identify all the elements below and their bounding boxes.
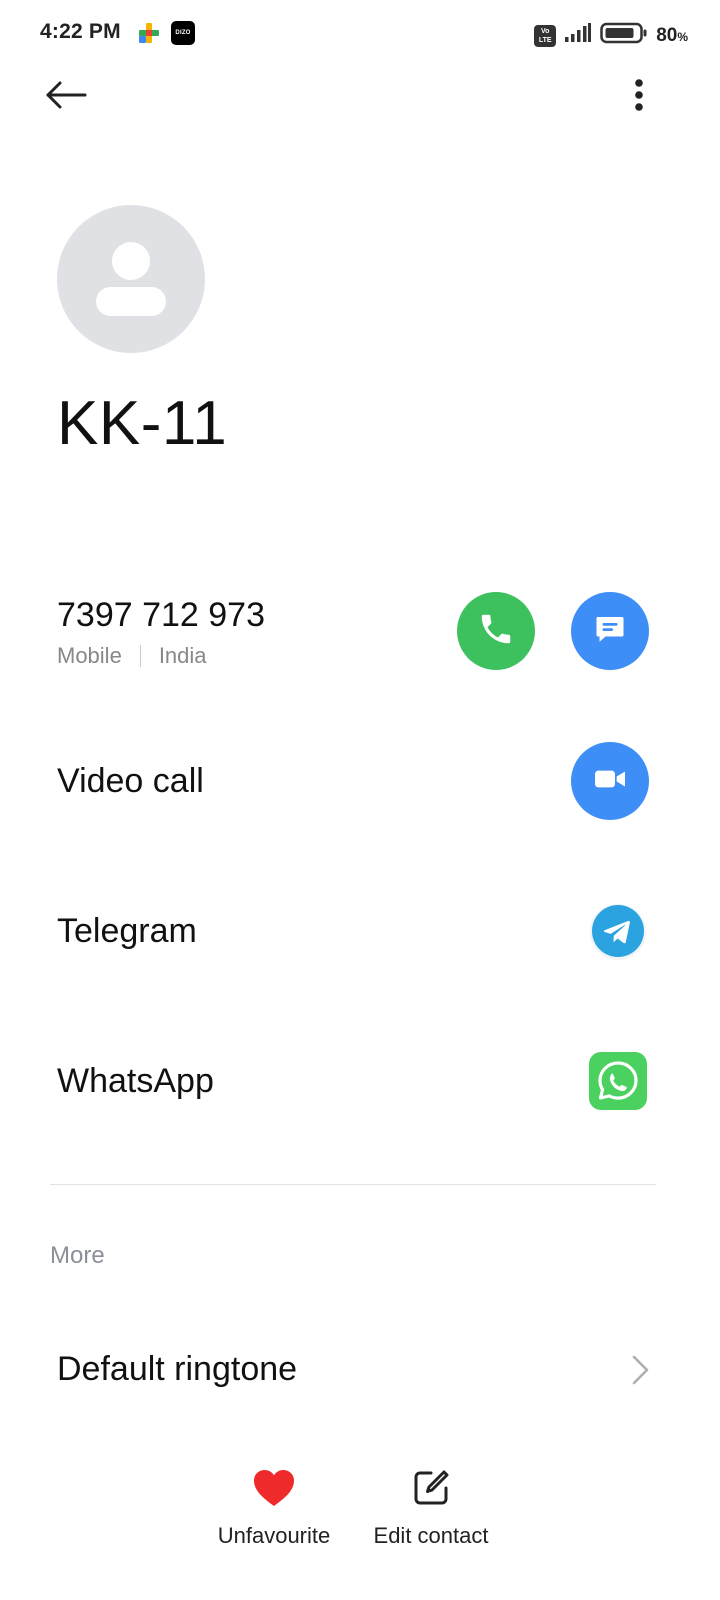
phone-meta: Mobile India <box>57 643 207 669</box>
message-icon <box>592 611 628 652</box>
more-options-button[interactable] <box>616 70 662 124</box>
edit-icon <box>411 1468 451 1513</box>
status-indicators: Vo LTE 80% <box>534 22 688 49</box>
contact-avatar <box>57 205 205 353</box>
telegram-icon[interactable] <box>588 902 648 962</box>
unfavourite-button[interactable]: Unfavourite <box>204 1468 344 1549</box>
whatsapp-label[interactable]: WhatsApp <box>57 1062 214 1101</box>
meta-separator <box>139 645 141 667</box>
message-button[interactable] <box>571 592 649 670</box>
signal-icon <box>564 23 592 48</box>
volte-bottom-text: LTE <box>538 36 552 44</box>
default-ringtone-item[interactable]: Default ringtone <box>57 1350 297 1389</box>
battery-percentage: 80% <box>656 24 688 46</box>
more-vertical-icon <box>634 78 644 117</box>
video-call-label[interactable]: Video call <box>57 762 204 801</box>
video-call-button[interactable] <box>571 742 649 820</box>
status-time: 4:22 PM <box>40 20 121 43</box>
more-section-title: More <box>50 1242 105 1269</box>
arrow-left-icon <box>44 80 88 115</box>
app-notification-icon <box>138 22 160 44</box>
video-camera-icon <box>590 759 630 804</box>
phone-type: Mobile <box>57 643 122 668</box>
chevron-right-icon <box>626 1354 654 1386</box>
back-button[interactable] <box>36 72 96 122</box>
telegram-label[interactable]: Telegram <box>57 912 197 951</box>
edit-contact-button[interactable]: Edit contact <box>360 1468 502 1549</box>
unfavourite-label: Unfavourite <box>217 1523 331 1548</box>
call-button[interactable] <box>457 592 535 670</box>
battery-icon <box>600 22 648 49</box>
contact-name: KK-11 <box>57 389 228 458</box>
edit-contact-label: Edit contact <box>373 1523 489 1548</box>
heart-icon <box>252 1468 296 1513</box>
phone-number[interactable]: 7397 712 973 <box>57 596 265 635</box>
person-icon <box>96 242 166 316</box>
phone-region: India <box>158 643 207 668</box>
volte-icon: Vo LTE <box>534 24 557 47</box>
whatsapp-icon[interactable] <box>588 1051 648 1111</box>
section-divider <box>50 1184 656 1185</box>
phone-icon <box>477 610 515 653</box>
volte-top-text: Vo <box>540 27 550 35</box>
dizo-app-icon: DIZO <box>171 21 195 45</box>
